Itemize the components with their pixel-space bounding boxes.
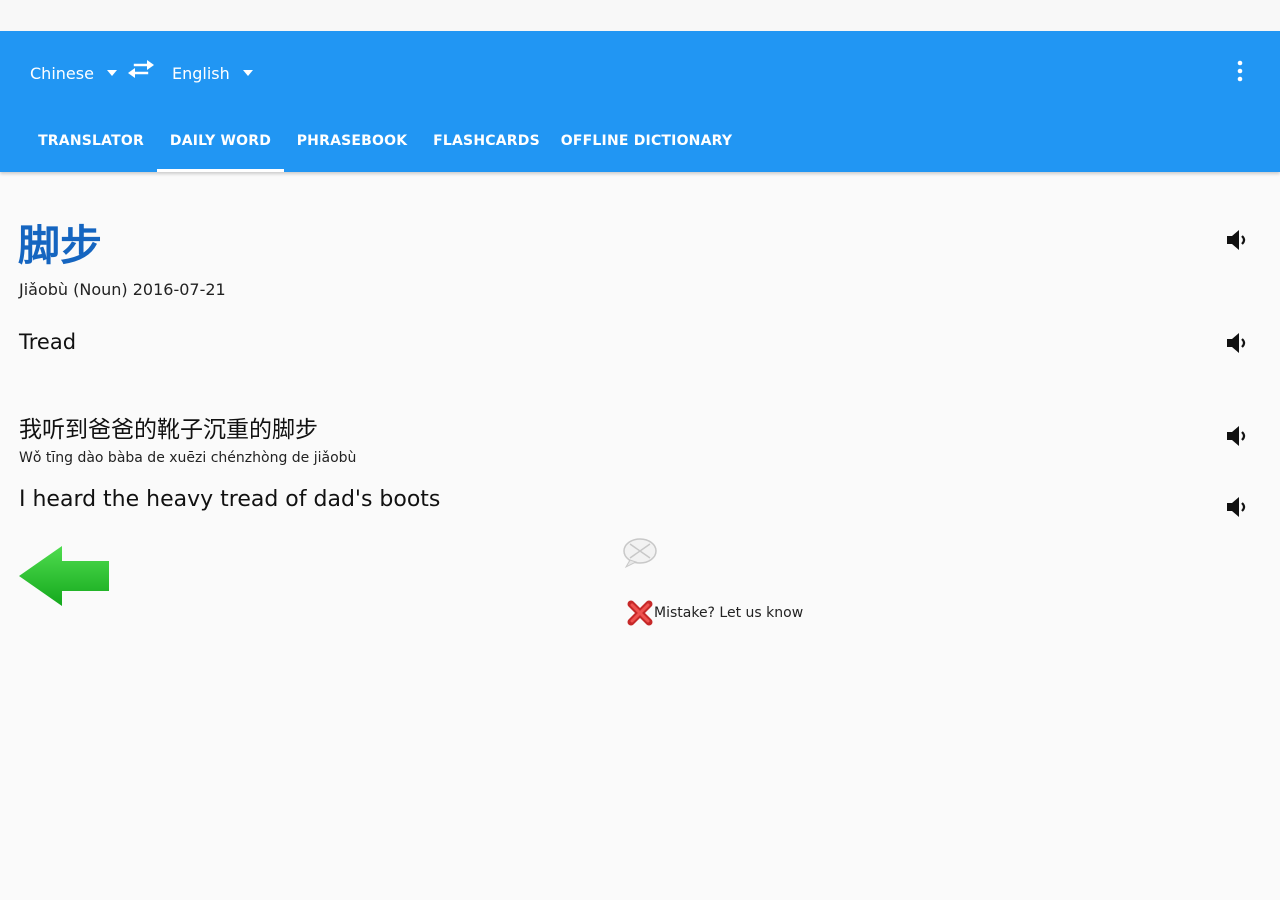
target-language-dropdown[interactable]: English [172, 61, 253, 85]
report-mistake-label: Mistake? Let us know [654, 605, 804, 621]
chevron-down-icon [106, 70, 117, 76]
speaker-icon[interactable] [1224, 330, 1250, 356]
tab-translator[interactable]: TRANSLATOR [26, 111, 156, 172]
app-bar: Chinese English TRANSLATOR DAILY WORD PH… [0, 31, 1280, 172]
daily-word-title: 脚步 [18, 221, 103, 270]
word-translation: Tread [19, 330, 77, 354]
target-language-label: English [172, 63, 230, 83]
red-x-icon [627, 600, 653, 626]
source-language-label: Chinese [30, 63, 94, 83]
tab-offline-dictionary[interactable]: OFFLINE DICTIONARY [553, 111, 740, 172]
overflow-menu-icon[interactable] [1228, 59, 1252, 83]
word-pinyin-meta: Jiǎobù (Noun) 2016-07-21 [19, 280, 226, 299]
example-sentence-pinyin: Wǒ tīng dào bàba de xuēzi chénzhòng de j… [19, 450, 357, 466]
speaker-icon[interactable] [1224, 494, 1250, 520]
chevron-down-icon [242, 70, 253, 76]
example-sentence-english: I heard the heavy tread of dad's boots [19, 487, 441, 512]
back-arrow-icon[interactable] [18, 545, 110, 607]
tab-daily-word[interactable]: DAILY WORD [157, 111, 284, 172]
speaker-icon[interactable] [1224, 423, 1250, 449]
comment-bubble-icon[interactable] [622, 537, 658, 569]
speaker-icon[interactable] [1224, 227, 1250, 253]
tab-flashcards[interactable]: FLASHCARDS [420, 111, 553, 172]
status-bar [0, 0, 1280, 31]
example-sentence-chinese: 我听到爸爸的靴子沉重的脚步 [19, 417, 318, 443]
source-language-dropdown[interactable]: Chinese [30, 61, 117, 85]
swap-arrows-icon[interactable] [127, 57, 155, 81]
tab-phrasebook[interactable]: PHRASEBOOK [284, 111, 420, 172]
report-mistake-link[interactable]: Mistake? Let us know [626, 599, 803, 627]
